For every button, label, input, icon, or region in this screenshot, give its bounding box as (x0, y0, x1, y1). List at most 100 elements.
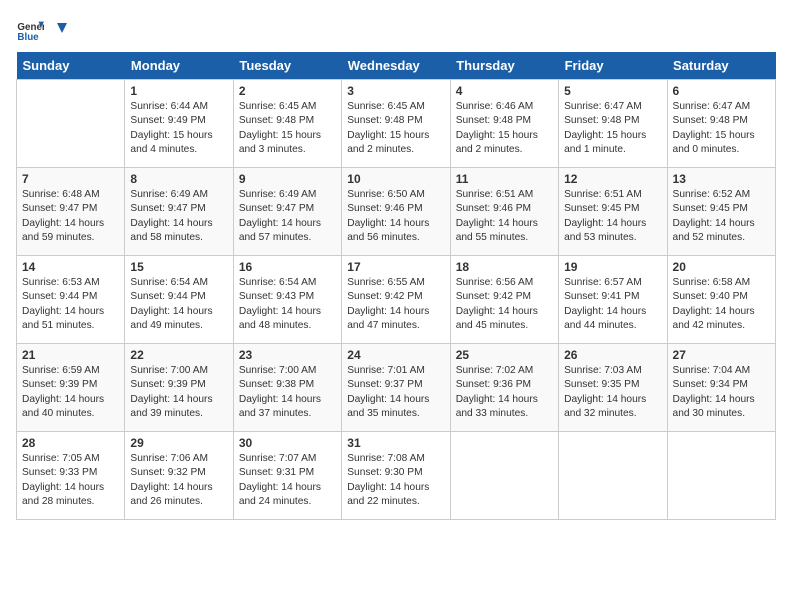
calendar-cell: 14 Sunrise: 6:53 AM Sunset: 9:44 PM Dayli… (17, 256, 125, 344)
day-content: Sunrise: 6:55 AM Sunset: 9:42 PM Dayligh… (347, 276, 444, 333)
day-number: 6 (673, 84, 770, 98)
header-row: SundayMondayTuesdayWednesdayThursdayFrid… (17, 52, 776, 80)
day-content: Sunrise: 6:57 AM Sunset: 9:41 PM Dayligh… (564, 276, 661, 333)
calendar-cell: 18 Sunrise: 6:56 AM Sunset: 9:42 PM Dayli… (450, 256, 558, 344)
day-content: Sunrise: 7:08 AM Sunset: 9:30 PM Dayligh… (347, 452, 444, 509)
day-number: 20 (673, 260, 770, 274)
day-content: Sunrise: 6:44 AM Sunset: 9:49 PM Dayligh… (130, 100, 227, 157)
calendar-cell: 27 Sunrise: 7:04 AM Sunset: 9:34 PM Dayli… (667, 344, 775, 432)
day-number: 3 (347, 84, 444, 98)
week-row-3: 14 Sunrise: 6:53 AM Sunset: 9:44 PM Dayli… (17, 256, 776, 344)
calendar-cell: 3 Sunrise: 6:45 AM Sunset: 9:48 PM Daylig… (342, 80, 450, 168)
col-header-tuesday: Tuesday (233, 52, 341, 80)
day-number: 23 (239, 348, 336, 362)
calendar-cell: 6 Sunrise: 6:47 AM Sunset: 9:48 PM Daylig… (667, 80, 775, 168)
calendar-cell: 22Sunrise: 7:00 AM Sunset: 9:39 PM Dayli… (125, 344, 233, 432)
day-content: Sunrise: 6:50 AM Sunset: 9:46 PM Dayligh… (347, 188, 444, 245)
week-row-5: 28 Sunrise: 7:05 AM Sunset: 9:33 PM Dayli… (17, 432, 776, 520)
day-number: 31 (347, 436, 444, 450)
calendar-cell: 7 Sunrise: 6:48 AM Sunset: 9:47 PM Daylig… (17, 168, 125, 256)
calendar-cell: 4 Sunrise: 6:46 AM Sunset: 9:48 PM Daylig… (450, 80, 558, 168)
calendar-cell: 25 Sunrise: 7:02 AM Sunset: 9:36 PM Dayli… (450, 344, 558, 432)
day-number: 18 (456, 260, 553, 274)
calendar-cell: 2 Sunrise: 6:45 AM Sunset: 9:48 PM Daylig… (233, 80, 341, 168)
calendar-cell: 23 Sunrise: 7:00 AM Sunset: 9:38 PM Dayli… (233, 344, 341, 432)
day-content: Sunrise: 6:48 AM Sunset: 9:47 PM Dayligh… (22, 188, 119, 245)
svg-text:Blue: Blue (17, 32, 39, 43)
day-number: 13 (673, 172, 770, 186)
day-content: Sunrise: 7:03 AM Sunset: 9:35 PM Dayligh… (564, 364, 661, 421)
day-content: Sunrise: 6:45 AM Sunset: 9:48 PM Dayligh… (239, 100, 336, 157)
day-content: Sunrise: 6:47 AM Sunset: 9:48 PM Dayligh… (564, 100, 661, 157)
day-number: 26 (564, 348, 661, 362)
col-header-monday: Monday (125, 52, 233, 80)
calendar-cell: 9 Sunrise: 6:49 AM Sunset: 9:47 PM Daylig… (233, 168, 341, 256)
day-content: Sunrise: 6:49 AM Sunset: 9:47 PM Dayligh… (130, 188, 227, 245)
day-content: Sunrise: 7:00 AM Sunset: 9:38 PM Dayligh… (239, 364, 336, 421)
day-number: 21 (22, 348, 119, 362)
day-content: Sunrise: 6:59 AM Sunset: 9:39 PM Dayligh… (22, 364, 119, 421)
calendar-cell: 21 Sunrise: 6:59 AM Sunset: 9:39 PM Dayli… (17, 344, 125, 432)
calendar-cell: 10Sunrise: 6:50 AM Sunset: 9:46 PM Dayli… (342, 168, 450, 256)
col-header-wednesday: Wednesday (342, 52, 450, 80)
day-number: 17 (347, 260, 444, 274)
day-content: Sunrise: 6:56 AM Sunset: 9:42 PM Dayligh… (456, 276, 553, 333)
day-content: Sunrise: 7:07 AM Sunset: 9:31 PM Dayligh… (239, 452, 336, 509)
day-content: Sunrise: 6:45 AM Sunset: 9:48 PM Dayligh… (347, 100, 444, 157)
calendar-cell: 8Sunrise: 6:49 AM Sunset: 9:47 PM Daylig… (125, 168, 233, 256)
calendar-cell: 31 Sunrise: 7:08 AM Sunset: 9:30 PM Dayli… (342, 432, 450, 520)
day-number: 27 (673, 348, 770, 362)
col-header-thursday: Thursday (450, 52, 558, 80)
day-content: Sunrise: 6:52 AM Sunset: 9:45 PM Dayligh… (673, 188, 770, 245)
day-number: 2 (239, 84, 336, 98)
day-number: 30 (239, 436, 336, 450)
day-content: Sunrise: 6:46 AM Sunset: 9:48 PM Dayligh… (456, 100, 553, 157)
calendar-cell (667, 432, 775, 520)
day-content: Sunrise: 6:53 AM Sunset: 9:44 PM Dayligh… (22, 276, 119, 333)
day-number: 15 (130, 260, 227, 274)
day-content: Sunrise: 7:02 AM Sunset: 9:36 PM Dayligh… (456, 364, 553, 421)
day-number: 29 (130, 436, 227, 450)
day-content: Sunrise: 7:01 AM Sunset: 9:37 PM Dayligh… (347, 364, 444, 421)
day-content: Sunrise: 6:47 AM Sunset: 9:48 PM Dayligh… (673, 100, 770, 157)
day-content: Sunrise: 7:06 AM Sunset: 9:32 PM Dayligh… (130, 452, 227, 509)
calendar-cell: 15 Sunrise: 6:54 AM Sunset: 9:44 PM Dayli… (125, 256, 233, 344)
calendar-cell: 13 Sunrise: 6:52 AM Sunset: 9:45 PM Dayli… (667, 168, 775, 256)
calendar-cell: 24Sunrise: 7:01 AM Sunset: 9:37 PM Dayli… (342, 344, 450, 432)
week-row-1: 1Sunrise: 6:44 AM Sunset: 9:49 PM Daylig… (17, 80, 776, 168)
day-content: Sunrise: 6:58 AM Sunset: 9:40 PM Dayligh… (673, 276, 770, 333)
day-number: 19 (564, 260, 661, 274)
day-number: 16 (239, 260, 336, 274)
day-content: Sunrise: 6:54 AM Sunset: 9:43 PM Dayligh… (239, 276, 336, 333)
calendar-cell: 29 Sunrise: 7:06 AM Sunset: 9:32 PM Dayli… (125, 432, 233, 520)
col-header-saturday: Saturday (667, 52, 775, 80)
day-number: 7 (22, 172, 119, 186)
calendar-cell: 26 Sunrise: 7:03 AM Sunset: 9:35 PM Dayli… (559, 344, 667, 432)
calendar-cell: 16 Sunrise: 6:54 AM Sunset: 9:43 PM Dayli… (233, 256, 341, 344)
day-content: Sunrise: 6:54 AM Sunset: 9:44 PM Dayligh… (130, 276, 227, 333)
calendar-cell: 1Sunrise: 6:44 AM Sunset: 9:49 PM Daylig… (125, 80, 233, 168)
calendar-cell: 28 Sunrise: 7:05 AM Sunset: 9:33 PM Dayli… (17, 432, 125, 520)
calendar-cell: 12Sunrise: 6:51 AM Sunset: 9:45 PM Dayli… (559, 168, 667, 256)
day-number: 11 (456, 172, 553, 186)
day-number: 4 (456, 84, 553, 98)
calendar-cell: 19 Sunrise: 6:57 AM Sunset: 9:41 PM Dayli… (559, 256, 667, 344)
calendar-cell (450, 432, 558, 520)
calendar-cell: 11Sunrise: 6:51 AM Sunset: 9:46 PM Dayli… (450, 168, 558, 256)
day-number: 25 (456, 348, 553, 362)
logo-icon: General Blue (16, 16, 44, 44)
calendar-cell: 5 Sunrise: 6:47 AM Sunset: 9:48 PM Daylig… (559, 80, 667, 168)
day-number: 14 (22, 260, 119, 274)
week-row-2: 7 Sunrise: 6:48 AM Sunset: 9:47 PM Daylig… (17, 168, 776, 256)
day-content: Sunrise: 7:04 AM Sunset: 9:34 PM Dayligh… (673, 364, 770, 421)
logo-triangle-icon (49, 21, 67, 39)
day-number: 5 (564, 84, 661, 98)
calendar-cell: 17 Sunrise: 6:55 AM Sunset: 9:42 PM Dayli… (342, 256, 450, 344)
col-header-friday: Friday (559, 52, 667, 80)
day-number: 28 (22, 436, 119, 450)
day-content: Sunrise: 7:05 AM Sunset: 9:33 PM Dayligh… (22, 452, 119, 509)
week-row-4: 21 Sunrise: 6:59 AM Sunset: 9:39 PM Dayli… (17, 344, 776, 432)
day-content: Sunrise: 6:49 AM Sunset: 9:47 PM Dayligh… (239, 188, 336, 245)
day-number: 9 (239, 172, 336, 186)
calendar-cell: 20 Sunrise: 6:58 AM Sunset: 9:40 PM Dayli… (667, 256, 775, 344)
